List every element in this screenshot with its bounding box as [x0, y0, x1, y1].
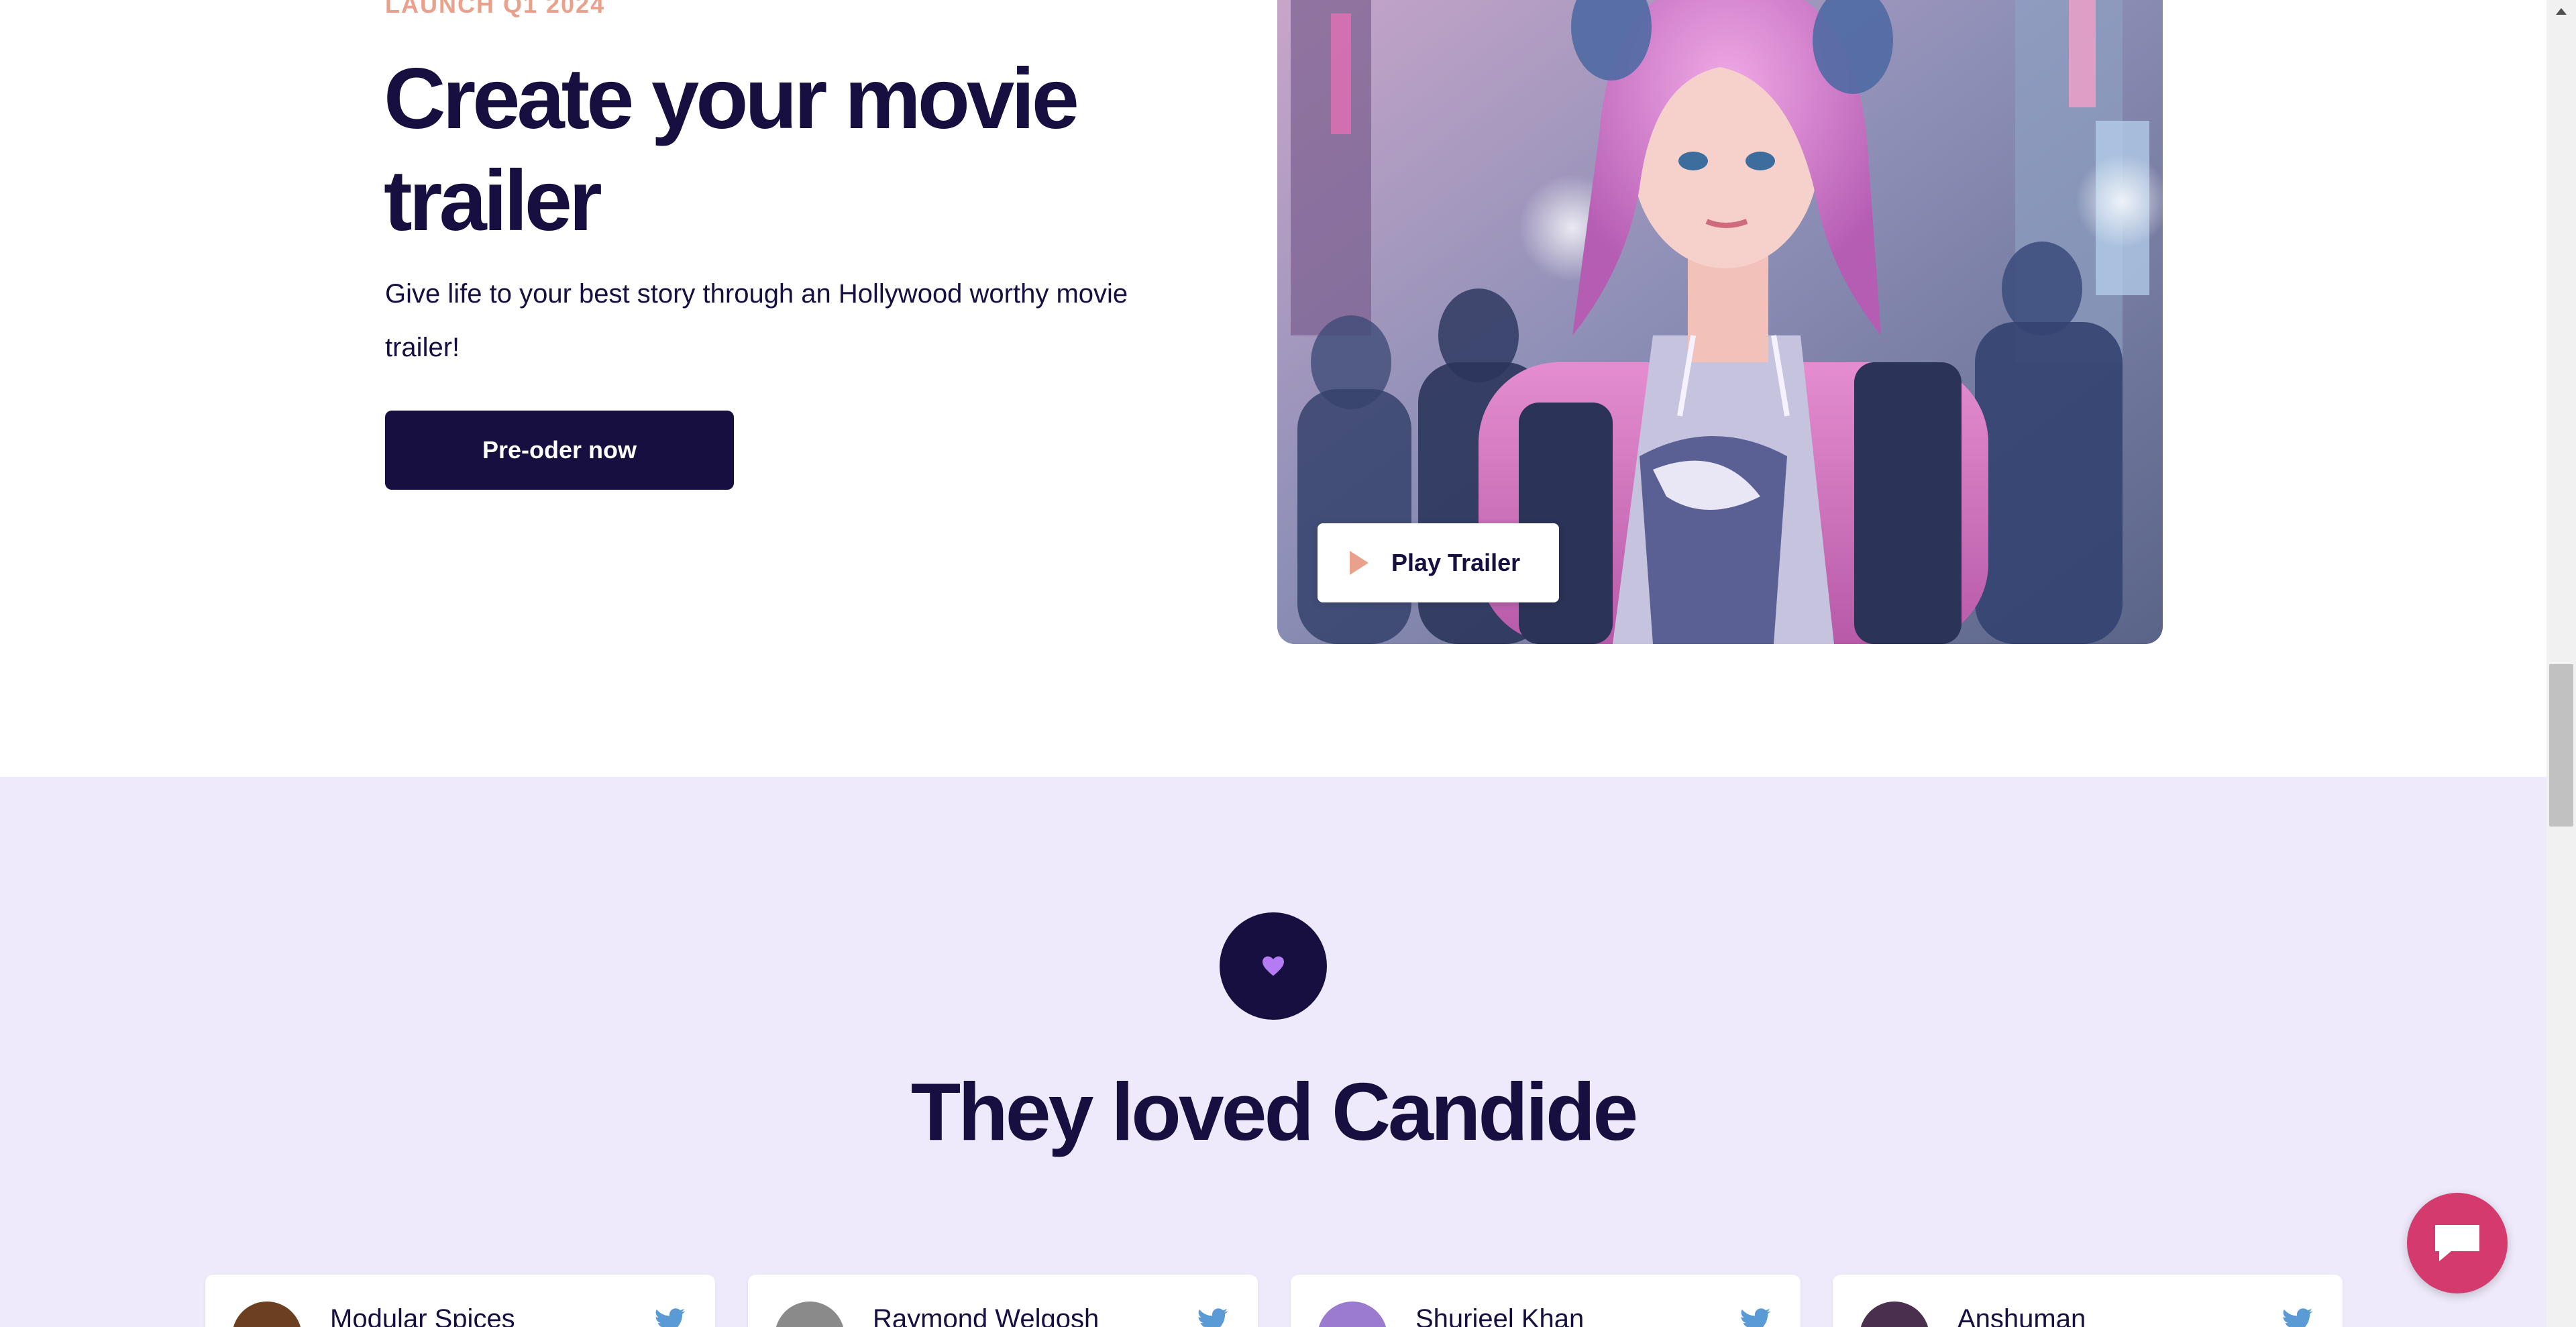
twitter-icon[interactable]: [2282, 1308, 2313, 1327]
play-icon: [1350, 551, 1368, 575]
vertical-scrollbar[interactable]: [2546, 0, 2576, 1327]
scrollbar-thumb[interactable]: [2549, 664, 2573, 827]
author-name: Modular Spices: [330, 1304, 515, 1327]
play-trailer-button[interactable]: Play Trailer: [1318, 523, 1559, 602]
author-name: Shurjeel Khan: [1415, 1304, 1585, 1327]
trailer-image: Play Trailer: [1277, 0, 2163, 644]
play-trailer-label: Play Trailer: [1391, 549, 1521, 576]
avatar: [1318, 1302, 1387, 1327]
testimonial-card: Shurjeel Khan: [1291, 1275, 1801, 1327]
avatar: [775, 1302, 845, 1327]
preorder-button[interactable]: Pre-oder now: [385, 411, 734, 490]
author-name: Anshuman: [1957, 1304, 2086, 1327]
avatar: [1860, 1302, 1929, 1327]
scroll-up-arrow-icon[interactable]: [2556, 8, 2567, 15]
twitter-icon[interactable]: [1197, 1308, 1228, 1327]
testimonials-section: They loved Candide Modular Spices Raymon…: [0, 777, 2546, 1327]
launch-eyebrow: LAUNCH Q1 2024: [385, 0, 606, 18]
heart-icon: [1263, 956, 1284, 976]
hero-section: LAUNCH Q1 2024 Create your movie trailer…: [0, 0, 2546, 777]
testimonial-card: Modular Spices: [205, 1275, 715, 1327]
twitter-icon[interactable]: [1740, 1308, 1771, 1327]
testimonial-card: Raymond Welgosh: [748, 1275, 1258, 1327]
chat-icon: [2435, 1225, 2479, 1261]
author-name: Raymond Welgosh: [873, 1304, 1099, 1327]
hero-description: Give life to your best story through an …: [385, 279, 1128, 362]
avatar: [232, 1302, 302, 1327]
heart-badge: [1220, 912, 1327, 1020]
hero-title: Create your movie trailer: [384, 51, 1079, 249]
chat-button[interactable]: [2407, 1193, 2508, 1293]
twitter-icon[interactable]: [655, 1308, 686, 1327]
page: LAUNCH Q1 2024 Create your movie trailer…: [0, 0, 2546, 1327]
testimonial-card: Anshuman: [1833, 1275, 2343, 1327]
testimonials-title: They loved Candide: [910, 1066, 1638, 1157]
